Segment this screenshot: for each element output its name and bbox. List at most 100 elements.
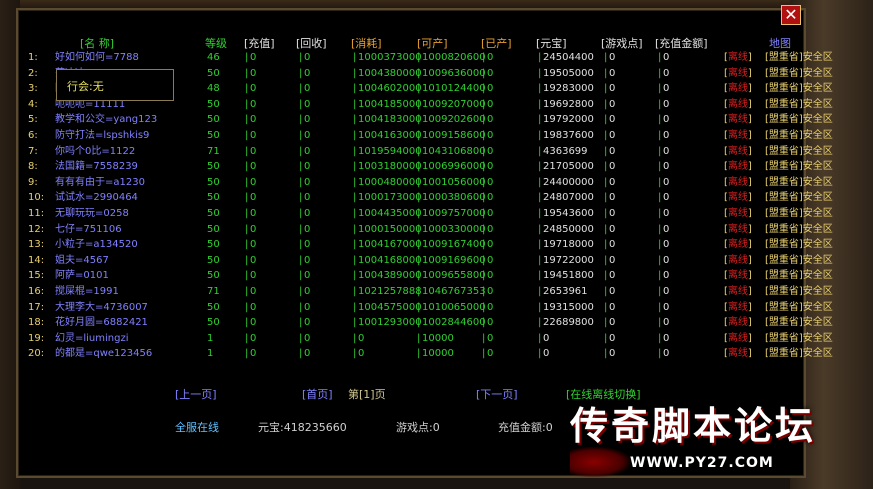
player-map[interactable]: [盟重省]安全区	[765, 190, 833, 206]
player-map[interactable]: [盟重省]安全区	[765, 331, 833, 347]
player-map[interactable]: [盟重省]安全区	[765, 253, 833, 269]
column-separator: |	[482, 286, 486, 297]
column-separator: |	[604, 83, 608, 95]
player-produced: 0	[487, 114, 494, 126]
table-row[interactable]: 15: 阿萨=0101 50 | 0 | 0 | 1004389000 | 1009655800 | 0…	[0, 268, 873, 284]
player-name[interactable]: 阿萨=0101	[55, 268, 109, 284]
player-name[interactable]: 无聊玩玩=0258	[55, 206, 129, 222]
player-name[interactable]: 防守打法=lspshkis9	[55, 128, 149, 144]
player-map[interactable]: [盟重省]安全区	[765, 284, 833, 300]
player-name[interactable]: 姐夫=4567	[55, 253, 109, 269]
player-charge: 0	[250, 83, 257, 95]
player-name[interactable]: 小粒子=a134520	[55, 237, 138, 253]
header-game-points[interactable]: [游戏点]	[601, 35, 643, 51]
table-row[interactable]: 5: 教学和公交=yang123 50 | 0 | 0 | 1004183000 | 1009202…	[0, 112, 873, 128]
prev-page-button[interactable]: [上一页]	[175, 386, 217, 402]
table-row[interactable]: 19: 幻灵=liumingzi 1 | 0 | 0 | 0 | 10000 | 0 | 0 | 0 | 0 [离线]…	[0, 331, 873, 347]
player-name[interactable]: 有有有由于=a1230	[55, 175, 145, 191]
player-level: 50	[207, 161, 220, 173]
header-level: 等级	[205, 37, 227, 50]
player-status: [离线]	[724, 346, 752, 362]
player-map[interactable]: [盟重省]安全区	[765, 300, 833, 316]
player-name[interactable]: 七仔=751106	[55, 222, 122, 238]
all-server-online-link[interactable]: 全服在线	[175, 419, 219, 435]
player-map[interactable]: [盟重省]安全区	[765, 81, 833, 97]
player-produced: 0	[487, 98, 494, 110]
row-index: 18:	[28, 317, 45, 329]
player-game-points: 0	[609, 67, 616, 79]
player-consume: 1004380000	[358, 67, 422, 79]
table-row[interactable]: 13: 小粒子=a134520 50 | 0 | 0 | 1004167000 | 10091674…	[0, 237, 873, 253]
player-name[interactable]: 法国籍=7558239	[55, 159, 138, 175]
header-map[interactable]: 地图	[769, 35, 791, 51]
column-separator: |	[353, 161, 357, 173]
header-yuanbao[interactable]: [元宝]	[536, 35, 567, 51]
table-row[interactable]: 10: 试试水=2990464 50 | 0 | 0 | 1000173000 | 10003806…	[0, 190, 873, 206]
first-page-button[interactable]: [首页]	[302, 386, 333, 402]
row-index: 20:	[28, 348, 45, 360]
column-separator: |	[417, 286, 421, 297]
header-available[interactable]: [可产]	[417, 35, 448, 51]
table-row[interactable]: 1: 好如何如何=7788 46 | 0 | 0 | 1000373000 | 1000820600…	[0, 50, 873, 66]
player-map[interactable]: [盟重省]安全区	[765, 159, 833, 175]
player-level: 50	[207, 223, 220, 235]
header-charge[interactable]: [充值]	[244, 35, 275, 51]
table-row[interactable]: 14: 姐夫=4567 50 | 0 | 0 | 1004168000 | 1009169600 | 0…	[0, 253, 873, 269]
table-row[interactable]: 17: 大理李大=4736007 50 | 0 | 0 | 1004575000 | 1010065…	[0, 300, 873, 316]
player-map[interactable]: [盟重省]安全区	[765, 128, 833, 144]
table-row[interactable]: 11: 无聊玩玩=0258 50 | 0 | 0 | 1004435000 | 1009757000…	[0, 206, 873, 222]
table-row[interactable]: 12: 七仔=751106 50 | 0 | 0 | 1000150000 | 1000330000…	[0, 222, 873, 238]
table-row[interactable]: 16: 搅屎棍=1991 71 | 0 | 0 | 1021257888 | 1046767353 |…	[0, 284, 873, 300]
column-separator: |	[245, 301, 249, 313]
player-map[interactable]: [盟重省]安全区	[765, 346, 833, 362]
close-button[interactable]: ✕	[781, 5, 801, 25]
header-consume[interactable]: [消耗]	[351, 35, 382, 51]
player-map[interactable]: [盟重省]安全区	[765, 237, 833, 253]
table-row[interactable]: 18: 花好月圆=6882421 50 | 0 | 0 | 1001293000 | 1002844…	[0, 315, 873, 331]
player-map[interactable]: [盟重省]安全区	[765, 66, 833, 82]
player-name[interactable]: 你吗个0比=1122	[55, 144, 135, 160]
player-available: 1010124400	[422, 83, 486, 95]
player-map[interactable]: [盟重省]安全区	[765, 222, 833, 238]
column-separator: |	[604, 239, 608, 251]
player-name[interactable]: 大理李大=4736007	[55, 300, 148, 316]
player-name[interactable]: 教学和公交=yang123	[55, 112, 157, 128]
player-name[interactable]: 花好月圆=6882421	[55, 315, 148, 331]
table-row[interactable]: 7: 你吗个0比=1122 71 | 0 | 0 | 1019594000 | 1043106800…	[0, 144, 873, 160]
player-map[interactable]: [盟重省]安全区	[765, 97, 833, 113]
player-yuanbao: 19315000	[543, 301, 594, 313]
next-page-button[interactable]: [下一页]	[476, 386, 518, 402]
table-row[interactable]: 9: 有有有由于=a1230 50 | 0 | 0 | 1000480000 | 100105600…	[0, 175, 873, 191]
column-separator: |	[299, 176, 303, 188]
player-name[interactable]: 试试水=2990464	[55, 190, 138, 206]
player-game-points: 0	[609, 145, 616, 157]
header-recycle[interactable]: [回收]	[296, 35, 327, 51]
player-name[interactable]: 的都是=qwe123456	[55, 346, 152, 362]
status-text: 离线	[727, 130, 748, 141]
table-row[interactable]: 6: 防守打法=lspshkis9 50 | 0 | 0 | 1004163000 | 100915…	[0, 128, 873, 144]
player-name[interactable]: 搅屎棍=1991	[55, 284, 119, 300]
player-map[interactable]: [盟重省]安全区	[765, 112, 833, 128]
player-map[interactable]: [盟重省]安全区	[765, 175, 833, 191]
column-separator: |	[245, 317, 249, 329]
player-charge: 0	[250, 286, 257, 297]
player-map[interactable]: [盟重省]安全区	[765, 50, 833, 66]
player-name[interactable]: 好如何如何=7788	[55, 50, 139, 66]
player-name[interactable]: 幻灵=liumingzi	[55, 331, 129, 347]
player-consume: 1001293000	[358, 317, 422, 329]
player-map[interactable]: [盟重省]安全区	[765, 315, 833, 331]
player-produced: 0	[487, 67, 494, 79]
status-bracket-close: ]	[747, 98, 752, 110]
player-map[interactable]: [盟重省]安全区	[765, 268, 833, 284]
table-row[interactable]: 20: 的都是=qwe123456 1 | 0 | 0 | 0 | 10000 | 0 | 0 | 0 | 0 [离线…	[0, 346, 873, 362]
player-map[interactable]: [盟重省]安全区	[765, 206, 833, 222]
column-separator: |	[538, 348, 542, 360]
header-produced[interactable]: [已产]	[481, 35, 512, 51]
player-available: 1006996000	[422, 161, 486, 173]
header-charge-amount[interactable]: [充值金额]	[655, 35, 708, 51]
column-separator: |	[538, 83, 542, 95]
table-row[interactable]: 8: 法国籍=7558239 50 | 0 | 0 | 1003180000 | 100699600…	[0, 159, 873, 175]
player-recycle: 0	[304, 317, 311, 329]
player-map[interactable]: [盟重省]安全区	[765, 144, 833, 160]
column-separator: |	[417, 176, 421, 188]
